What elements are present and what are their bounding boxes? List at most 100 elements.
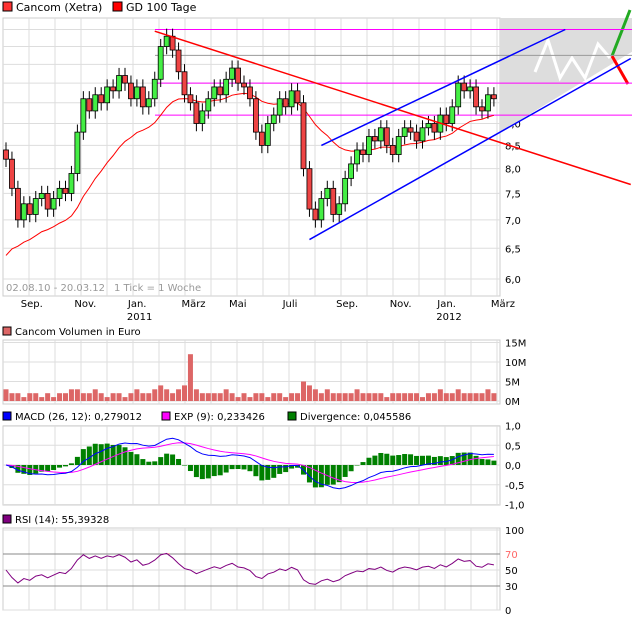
candle bbox=[181, 71, 188, 96]
candle bbox=[294, 90, 301, 104]
volume-bar bbox=[122, 397, 128, 401]
candle bbox=[366, 136, 372, 155]
candle bbox=[92, 94, 99, 112]
candle bbox=[490, 94, 497, 100]
divergence-bar bbox=[122, 447, 128, 465]
volume-bar bbox=[104, 397, 110, 401]
rsi-panel bbox=[2, 527, 501, 611]
y-tick-label: -1,0 bbox=[505, 501, 525, 512]
bearish-arrow bbox=[610, 55, 630, 85]
divergence-bar bbox=[366, 457, 372, 465]
divergence-bar bbox=[312, 465, 318, 488]
x-tick-label: Sep. bbox=[21, 299, 43, 310]
volume-bar bbox=[431, 393, 437, 401]
y-tick-label: 10M bbox=[505, 358, 526, 369]
candle bbox=[425, 123, 432, 129]
y-tick-label: 0 bbox=[505, 606, 511, 617]
divergence-bar bbox=[217, 465, 223, 476]
candle bbox=[9, 158, 15, 189]
candle bbox=[62, 187, 69, 194]
volume-bar bbox=[187, 354, 193, 401]
divergence-bar bbox=[420, 455, 425, 465]
volume-bar bbox=[342, 393, 348, 401]
volume-bar bbox=[372, 393, 378, 401]
candle bbox=[151, 78, 158, 100]
divergence-bar bbox=[473, 455, 479, 465]
divergence-bar bbox=[253, 465, 259, 477]
divergence-bar bbox=[372, 455, 378, 465]
candle bbox=[199, 110, 206, 124]
divergence-bar bbox=[199, 465, 205, 480]
candle bbox=[330, 187, 337, 215]
volume-bar bbox=[33, 393, 39, 401]
volume-bar bbox=[366, 393, 372, 401]
candle bbox=[80, 98, 87, 133]
x-tick-label: Jan. bbox=[127, 299, 147, 310]
candle bbox=[455, 82, 462, 108]
volume-bar bbox=[68, 389, 74, 401]
x-tick-label: Nov. bbox=[390, 299, 412, 310]
y-tick-label: 0,5 bbox=[505, 441, 521, 452]
candle bbox=[98, 94, 105, 104]
y-tick-label: 6,5 bbox=[505, 244, 521, 255]
candle bbox=[128, 82, 134, 100]
candle bbox=[461, 82, 468, 92]
volume-bar bbox=[98, 393, 104, 401]
volume-bar bbox=[199, 393, 205, 401]
divergence-bar bbox=[491, 460, 497, 465]
volume-bar bbox=[9, 393, 15, 401]
volume-bar bbox=[229, 393, 235, 401]
candle bbox=[383, 127, 390, 146]
candle bbox=[32, 198, 39, 215]
divergence-bar bbox=[360, 462, 366, 465]
divergence-bar bbox=[63, 465, 68, 467]
divergence-bar bbox=[164, 453, 170, 465]
divergence-bar bbox=[384, 453, 390, 465]
x-tick-label: Juli bbox=[282, 299, 298, 310]
y-tick-label: -0,5 bbox=[505, 481, 525, 492]
candle bbox=[3, 149, 9, 160]
candle bbox=[116, 75, 122, 92]
candle bbox=[193, 102, 200, 124]
volume-bar bbox=[473, 393, 479, 401]
candle bbox=[122, 75, 128, 84]
volume-bar bbox=[348, 393, 354, 401]
divergence-bar bbox=[342, 465, 348, 477]
candle bbox=[217, 86, 224, 96]
volume-bar bbox=[51, 397, 57, 401]
divergence-bar bbox=[485, 459, 491, 465]
legend-price: Cancom (Xetra) bbox=[16, 1, 102, 14]
divergence-bar bbox=[354, 465, 360, 466]
volume-bar bbox=[110, 393, 116, 401]
candle bbox=[139, 86, 146, 108]
volume-bar bbox=[485, 389, 491, 401]
candle bbox=[68, 173, 75, 194]
y-tick-label: 50 bbox=[505, 566, 518, 577]
volume-bar bbox=[134, 389, 140, 401]
volume-bar bbox=[211, 393, 217, 401]
candle bbox=[241, 82, 247, 88]
volume-bar bbox=[241, 393, 247, 401]
volume-bar bbox=[247, 397, 253, 401]
divergence-bar bbox=[390, 455, 396, 465]
candle bbox=[407, 127, 414, 133]
candle bbox=[300, 102, 307, 170]
volume-bar bbox=[354, 389, 360, 401]
divergence-bar bbox=[223, 465, 229, 473]
divergence-bar bbox=[479, 459, 485, 465]
candle bbox=[163, 35, 170, 47]
volume-bar bbox=[330, 393, 336, 401]
candle bbox=[229, 67, 236, 80]
volume-bar bbox=[217, 393, 223, 401]
divergence-bar bbox=[176, 458, 182, 465]
legend-swatch-rsi bbox=[2, 514, 12, 524]
volume-bar bbox=[259, 393, 265, 401]
volume-bar bbox=[140, 393, 146, 401]
volume-bar bbox=[128, 393, 134, 401]
divergence-bar bbox=[86, 446, 92, 465]
legend-exp: EXP (9): 0,233426 bbox=[174, 412, 265, 423]
candle bbox=[473, 86, 479, 108]
candle bbox=[336, 203, 343, 215]
volume-bar bbox=[74, 389, 80, 401]
volume-bar bbox=[152, 389, 158, 401]
